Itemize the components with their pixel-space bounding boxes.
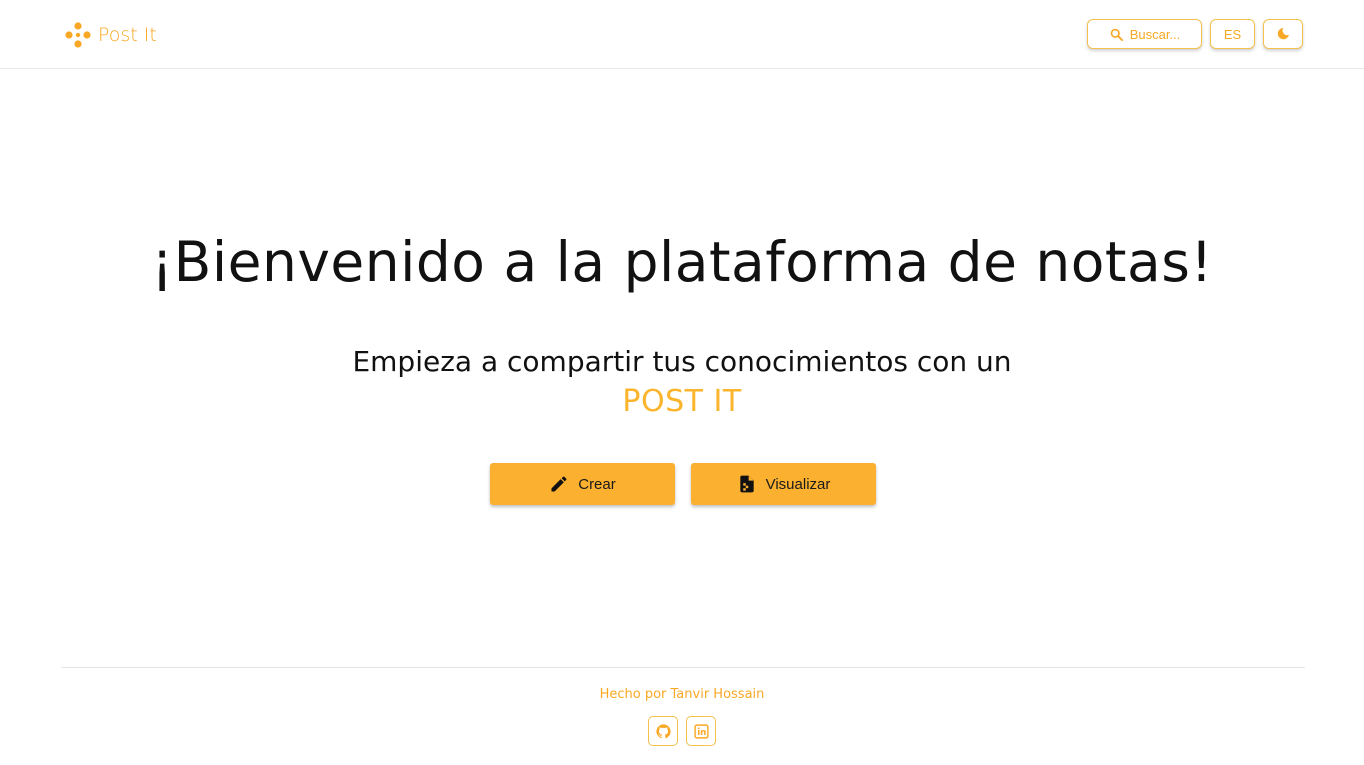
header-actions: Buscar... ES: [1087, 19, 1303, 49]
brand-home-link[interactable]: Post It: [64, 20, 157, 50]
moon-icon: [1277, 28, 1289, 40]
github-icon: [655, 723, 671, 738]
note-icon: [739, 475, 754, 493]
top-navbar: Post It Buscar... ES: [0, 0, 1364, 69]
search-button[interactable]: Buscar...: [1087, 19, 1202, 49]
footer-credit: Hecho por Tanvir Hossain: [599, 687, 765, 702]
dots-logo-icon: [65, 22, 91, 48]
page-title: ¡Bienvenido a la plataforma de notas!: [151, 230, 1213, 294]
linkedin-link[interactable]: [686, 716, 716, 746]
view-button[interactable]: Visualizar: [691, 463, 876, 505]
theme-toggle-button[interactable]: [1263, 19, 1303, 49]
search-button-label: Buscar...: [1129, 26, 1181, 42]
linkedin-icon: [693, 723, 709, 739]
create-button-label: Crear: [578, 475, 616, 493]
footer-social-links: [0, 716, 1364, 746]
create-button[interactable]: Crear: [490, 463, 675, 505]
language-button[interactable]: ES: [1210, 19, 1255, 49]
language-label: ES: [1223, 26, 1242, 42]
search-icon: [1110, 28, 1123, 41]
view-button-label: Visualizar: [765, 475, 831, 493]
hero-brand-highlight: POST IT: [622, 384, 742, 419]
pencil-icon: [551, 476, 567, 492]
brand-name: Post It: [98, 24, 157, 46]
hero-subtitle: Empieza a compartir tus conocimientos co…: [352, 345, 1012, 378]
footer-divider: [61, 667, 1305, 668]
github-link[interactable]: [648, 716, 678, 746]
